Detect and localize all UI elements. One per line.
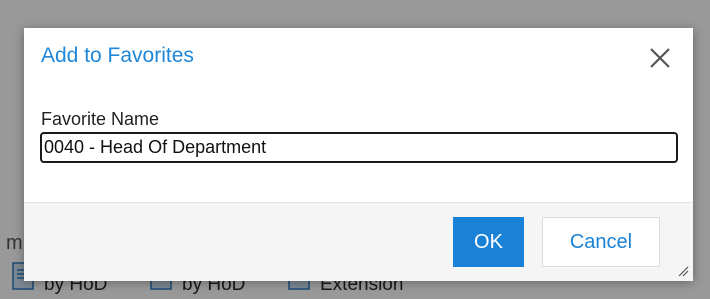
ok-button[interactable]: OK bbox=[453, 217, 524, 267]
dialog-footer: OK Cancel bbox=[24, 202, 693, 281]
close-icon bbox=[650, 48, 670, 68]
add-to-favorites-dialog: Add to Favorites Favorite Name OK Cancel bbox=[24, 28, 693, 281]
dialog-title: Add to Favorites bbox=[41, 44, 194, 67]
favorite-name-label: Favorite Name bbox=[41, 109, 160, 129]
resize-grip-icon[interactable] bbox=[677, 265, 689, 277]
close-button[interactable] bbox=[647, 45, 673, 71]
dialog-header: Add to Favorites bbox=[24, 28, 693, 86]
cancel-button[interactable]: Cancel bbox=[542, 217, 660, 267]
favorite-name-input[interactable] bbox=[40, 132, 678, 163]
